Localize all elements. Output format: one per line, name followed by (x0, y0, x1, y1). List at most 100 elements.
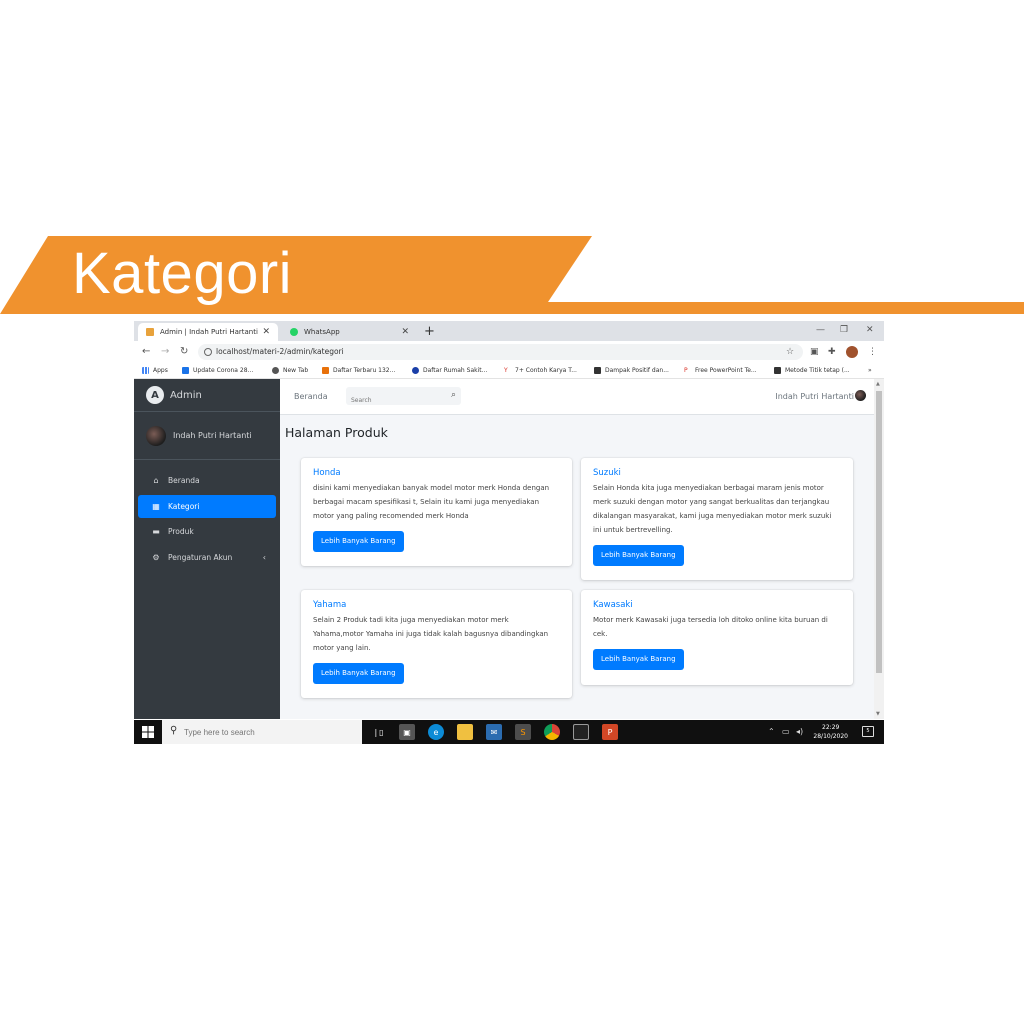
bookmark-item[interactable]: Y 7+ Contoh Karya T... (504, 367, 577, 374)
bookmark-favicon-icon (412, 367, 419, 374)
windows-start-icon[interactable] (142, 726, 154, 738)
mail-icon[interactable]: ✉ (486, 724, 502, 740)
address-bar: ← → ↻ localhost/materi-2/admin/kategori … (134, 341, 884, 363)
bookmark-favicon-icon (322, 367, 329, 374)
store-icon[interactable]: ▣ (399, 724, 415, 740)
globe-icon (272, 367, 279, 374)
more-items-button[interactable]: Lebih Banyak Barang (593, 545, 684, 566)
tab-admin[interactable]: Admin | Indah Putri Hartanti ✕ (138, 323, 278, 341)
search-icon[interactable]: ⌕ (451, 390, 456, 400)
card-title: Yahama (313, 600, 347, 610)
url-field[interactable]: localhost/materi-2/admin/kategori (198, 344, 803, 360)
sidebar-item-produk[interactable]: ▬ Produk (138, 520, 276, 543)
users-cog-icon: ⚙ (152, 552, 160, 562)
tray-chevron-icon[interactable]: ⌃ (768, 727, 775, 736)
menu-kebab-icon[interactable]: ⋮ (868, 347, 877, 357)
edge-icon[interactable]: e (428, 724, 444, 740)
maximize-icon[interactable]: ❐ (840, 325, 848, 335)
sidebar-user-panel[interactable]: Indah Putri Hartanti (134, 412, 280, 460)
nav-link-beranda[interactable]: Beranda (294, 392, 328, 401)
scrollbar-thumb[interactable] (876, 391, 882, 673)
card-text: disini kami menyediakan banyak model mot… (313, 484, 550, 520)
bookmark-item[interactable]: Metode Titik tetap (... (774, 367, 850, 374)
notifications-icon[interactable]: 5 (862, 726, 874, 737)
url-text: localhost/materi-2/admin/kategori (216, 347, 344, 356)
card-text: Selain Honda kita juga menyediakan berba… (593, 484, 832, 534)
card-text: Motor merk Kawasaki juga tersedia loh di… (593, 616, 828, 638)
site-info-icon[interactable] (204, 348, 212, 356)
taskbar-search-input[interactable] (184, 724, 354, 740)
more-items-button[interactable]: Lebih Banyak Barang (593, 649, 684, 670)
bookmark-apps[interactable]: Apps (142, 367, 168, 374)
sidebar-user-name: Indah Putri Hartanti (173, 431, 252, 440)
page-viewport: A Admin Indah Putri Hartanti ⌂ Beranda ▦… (134, 379, 884, 719)
navbar-avatar[interactable] (855, 390, 866, 401)
volume-icon[interactable]: ◂) (796, 727, 803, 736)
extension-icon[interactable]: ▣ (810, 347, 819, 357)
bookmark-item[interactable]: P Free PowerPoint Te... (684, 367, 757, 374)
sidebar-menu: ⌂ Beranda ▦ Kategori ▬ Produk ⚙ Pengatur… (138, 469, 276, 571)
page-title: Halaman Produk (285, 425, 388, 440)
bookmark-item[interactable]: Update Corona 28... (182, 367, 253, 374)
bookmark-favicon-icon (774, 367, 781, 374)
task-view-icon[interactable]: ❘▯ (370, 724, 386, 740)
search-icon: ⚲ (170, 725, 178, 736)
tab-label: Admin | Indah Putri Hartanti (160, 328, 258, 336)
close-tab-icon[interactable]: ✕ (401, 327, 409, 337)
bookmark-item[interactable]: Daftar Rumah Sakit... (412, 367, 487, 374)
reload-icon[interactable]: ↻ (180, 346, 188, 357)
sidebar-item-kategori[interactable]: ▦ Kategori (138, 494, 276, 518)
browser-screenshot: Admin | Indah Putri Hartanti ✕ WhatsApp … (134, 321, 884, 744)
puzzle-icon[interactable]: ✚ (828, 347, 836, 357)
navbar-user-name[interactable]: Indah Putri Hartanti (775, 392, 854, 401)
powerpoint-icon[interactable]: P (602, 724, 618, 740)
search-input[interactable] (346, 391, 441, 410)
card-title: Suzuki (593, 468, 621, 478)
card-yahama: Yahama Selain 2 Produk tadi kita juga me… (301, 590, 572, 698)
top-navbar: Beranda ⌕ Indah Putri Hartanti (280, 379, 874, 415)
bookmark-item[interactable]: Dampak Positif dan... (594, 367, 669, 374)
minimize-icon[interactable]: — (816, 325, 825, 335)
profile-avatar[interactable] (846, 346, 858, 358)
network-icon[interactable]: ▭ (782, 727, 790, 736)
admin-favicon-icon (146, 328, 154, 336)
bookmark-item[interactable]: New Tab (272, 367, 308, 374)
whatsapp-favicon-icon (290, 328, 298, 336)
terminal-icon[interactable] (573, 724, 589, 740)
brand-link[interactable]: A Admin (134, 379, 280, 412)
scroll-down-icon[interactable]: ▼ (876, 711, 880, 717)
tab-whatsapp[interactable]: WhatsApp ✕ (282, 323, 417, 341)
tab-bar: Admin | Indah Putri Hartanti ✕ WhatsApp … (134, 321, 884, 341)
grid-icon: ▦ (152, 501, 160, 511)
sidebar-item-beranda[interactable]: ⌂ Beranda (138, 469, 276, 492)
taskbar-clock[interactable]: 22:29 28/10/2020 (813, 723, 848, 741)
star-icon[interactable]: ☆ (786, 347, 794, 357)
bookmarks-overflow[interactable]: » (868, 367, 872, 374)
close-tab-icon[interactable]: ✕ (262, 327, 270, 337)
bookmark-favicon-icon (182, 367, 189, 374)
more-items-button[interactable]: Lebih Banyak Barang (313, 663, 404, 684)
slide-title: Kategori (72, 241, 293, 306)
sidebar-item-pengaturan-akun[interactable]: ⚙ Pengaturan Akun ‹ (138, 546, 276, 569)
card-title: Honda (313, 468, 341, 478)
card-honda: Honda disini kami menyediakan banyak mod… (301, 458, 572, 566)
box-icon: ▬ (152, 527, 160, 536)
page-scrollbar[interactable]: ▲ ▼ (874, 379, 884, 719)
bookmark-item[interactable]: Daftar Terbaru 132... (322, 367, 395, 374)
close-window-icon[interactable]: ✕ (866, 325, 874, 335)
sublime-icon[interactable]: S (515, 724, 531, 740)
avatar (146, 425, 166, 446)
chrome-icon[interactable] (544, 724, 560, 740)
forward-icon[interactable]: → (161, 346, 169, 357)
windows-taskbar: ⚲ ❘▯ ▣ e ✉ S P ⌃ ▭ ◂) 22:29 28/10/2020 5 (134, 720, 884, 744)
new-tab-icon[interactable]: + (424, 324, 435, 339)
bookmark-favicon-icon: P (684, 367, 691, 374)
clock-date: 28/10/2020 (813, 733, 848, 740)
file-explorer-icon[interactable] (457, 724, 473, 740)
card-text: Selain 2 Produk tadi kita juga menyediak… (313, 616, 549, 652)
scroll-up-icon[interactable]: ▲ (876, 381, 880, 387)
presentation-slide: Kategori Admin | Indah Putri Hartanti ✕ … (0, 0, 1024, 1024)
more-items-button[interactable]: Lebih Banyak Barang (313, 531, 404, 552)
navbar-search: ⌕ (346, 387, 461, 410)
back-icon[interactable]: ← (142, 346, 150, 357)
